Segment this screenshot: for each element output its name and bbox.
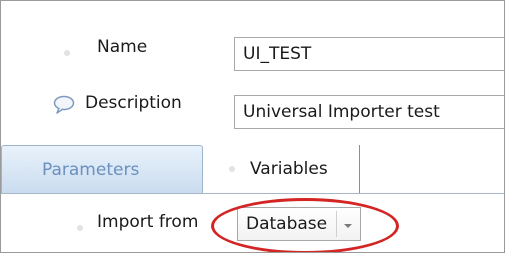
import-source-value: Database bbox=[246, 214, 328, 234]
name-field[interactable]: UI_TEST bbox=[234, 37, 504, 71]
description-field[interactable]: Universal Importer test bbox=[234, 95, 504, 129]
tab-variables-indicator bbox=[229, 166, 235, 172]
tab-bar: Parameters Variables bbox=[1, 145, 504, 194]
tab-variables-label: Variables bbox=[250, 159, 328, 179]
name-label: Name bbox=[97, 37, 148, 57]
description-field-value: Universal Importer test bbox=[243, 102, 440, 122]
name-field-value: UI_TEST bbox=[243, 44, 312, 64]
name-required-indicator bbox=[64, 50, 70, 56]
tab-parameters-indicator bbox=[22, 167, 28, 173]
import-required-indicator bbox=[77, 225, 83, 231]
editor-panel: Name UI_TEST Description Universal Impor… bbox=[0, 0, 505, 253]
tab-variables[interactable]: Variables bbox=[203, 145, 360, 193]
import-source-select[interactable]: Database bbox=[237, 207, 361, 241]
tab-parameters[interactable]: Parameters bbox=[1, 145, 203, 193]
select-divider bbox=[336, 211, 337, 237]
description-label: Description bbox=[85, 93, 182, 113]
chevron-down-icon[interactable] bbox=[342, 217, 354, 236]
tab-parameters-label: Parameters bbox=[42, 160, 140, 180]
import-from-label: Import from bbox=[97, 212, 199, 232]
speech-bubble-icon bbox=[53, 95, 75, 119]
